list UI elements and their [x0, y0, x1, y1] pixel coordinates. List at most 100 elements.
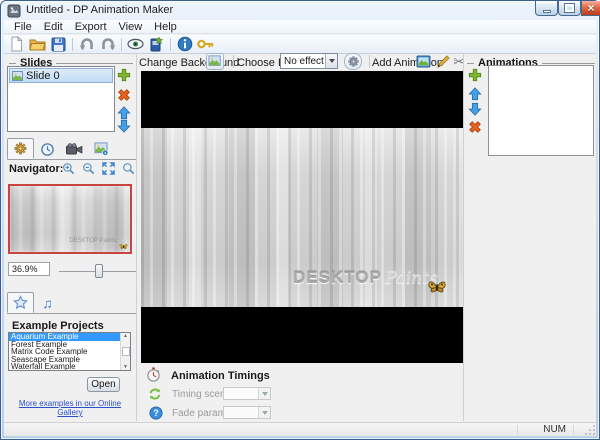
redo-icon	[100, 37, 116, 51]
preview-button[interactable]	[125, 35, 146, 53]
new-document-icon	[9, 36, 24, 52]
watermark: DESKTOP Paints	[293, 268, 438, 288]
effect-select[interactable]: No effect	[280, 53, 338, 69]
add-animation-button[interactable]	[414, 53, 432, 70]
undo-icon	[79, 37, 95, 51]
effect-settings-button[interactable]	[344, 53, 362, 70]
zoom-actual-button[interactable]	[120, 161, 136, 176]
thumbnail-watermark: DESKTOP Paints	[69, 238, 116, 244]
undo-button[interactable]	[76, 35, 97, 53]
zoom-actual-icon	[122, 162, 135, 175]
titlebar[interactable]: Untitled - DP Animation Maker ×	[1, 1, 599, 20]
left-splitter[interactable]	[136, 54, 137, 421]
video-camera-icon	[66, 143, 83, 156]
slide-list-item[interactable]: Slide 0	[9, 68, 113, 83]
combo-arrow-button	[258, 388, 270, 399]
butterfly-animation[interactable]	[427, 277, 447, 297]
zoom-out-button[interactable]	[80, 161, 96, 176]
example-project-item[interactable]: Waterfall Example	[9, 363, 130, 371]
register-key-button[interactable]	[195, 35, 216, 53]
move-slide-down-button[interactable]	[116, 118, 132, 134]
window-title: Untitled - DP Animation Maker	[26, 4, 173, 16]
right-splitter[interactable]	[463, 54, 464, 421]
plus-icon	[117, 68, 131, 82]
tab-settings[interactable]	[7, 138, 34, 159]
fit-arrows-icon	[102, 162, 115, 175]
tab-examples[interactable]	[7, 292, 34, 313]
slider-thumb[interactable]	[95, 264, 103, 278]
tab-background-info[interactable]	[88, 139, 115, 159]
add-animation-item-button[interactable]	[467, 67, 483, 83]
chevron-down-icon	[329, 59, 335, 63]
fade-parameter-select	[223, 406, 271, 419]
cut-tool-button[interactable]: ✂	[450, 53, 468, 70]
zoom-fit-button[interactable]	[100, 161, 116, 176]
delete-slide-button[interactable]	[116, 87, 132, 103]
window-body: File Edit Export View Help	[4, 20, 596, 436]
key-icon	[197, 38, 215, 50]
minimize-button[interactable]	[535, 1, 558, 16]
scrollbar-thumb[interactable]	[122, 347, 130, 356]
export-movie-icon	[149, 36, 164, 52]
effect-selected-value: No effect	[281, 56, 325, 67]
delete-animation-button[interactable]	[467, 119, 483, 135]
brush-pencil-icon	[436, 55, 450, 69]
gear-wheel-icon	[13, 141, 28, 156]
preview-canvas[interactable]: DESKTOP Paints	[141, 71, 463, 363]
arrow-down-icon	[468, 102, 482, 116]
menu-export[interactable]: Export	[69, 21, 113, 33]
resize-grip[interactable]	[584, 424, 595, 435]
watermark-desktop-text: DESKTOP	[293, 268, 382, 287]
animations-list[interactable]	[488, 65, 594, 156]
delete-x-icon	[468, 120, 482, 134]
stopwatch-icon	[146, 367, 161, 382]
tab-camera[interactable]	[61, 139, 88, 159]
animation-timings-title: Animation Timings	[171, 370, 270, 382]
close-button[interactable]: ×	[581, 1, 600, 16]
online-gallery-link[interactable]: More examples in our Online Gallery	[6, 399, 134, 417]
left-panel-tabs	[7, 139, 136, 160]
tab-music[interactable]: ♫	[34, 293, 61, 313]
plus-icon	[468, 68, 482, 82]
main-toolbar	[4, 35, 596, 54]
zoom-in-button[interactable]	[60, 161, 76, 176]
tab-timing[interactable]	[34, 139, 61, 159]
scroll-up-icon[interactable]: ▲	[123, 333, 128, 339]
save-project-button[interactable]	[48, 35, 69, 53]
example-projects-list[interactable]: Aquarium Example Forest Example Matrix C…	[8, 332, 131, 371]
menu-file[interactable]: File	[8, 21, 38, 33]
redo-button[interactable]	[97, 35, 118, 53]
zoom-value-field[interactable]: 36.9%	[8, 262, 50, 276]
new-project-button[interactable]	[6, 35, 27, 53]
close-icon: ×	[587, 1, 594, 15]
slides-list[interactable]: Slide 0	[7, 66, 115, 132]
open-folder-icon	[29, 37, 46, 52]
statusbar-separator	[573, 425, 574, 434]
gear-icon	[347, 55, 360, 68]
navigator-thumbnail[interactable]: DESKTOP Paints	[8, 184, 132, 254]
chevron-down-icon	[262, 392, 268, 396]
change-background-button[interactable]	[206, 53, 224, 70]
menu-edit[interactable]: Edit	[38, 21, 69, 33]
move-animation-down-button[interactable]	[467, 101, 483, 117]
maximize-button[interactable]	[558, 1, 581, 16]
zoom-slider[interactable]	[59, 264, 136, 278]
move-animation-up-button[interactable]	[467, 86, 483, 102]
statusbar-separator	[517, 425, 518, 434]
combo-arrow-button[interactable]	[325, 54, 337, 68]
open-project-button[interactable]	[27, 35, 48, 53]
scroll-down-icon[interactable]: ▼	[123, 364, 128, 370]
menu-view[interactable]: View	[113, 21, 149, 33]
list-scrollbar[interactable]: ▲ ▼	[120, 333, 130, 370]
export-movie-button[interactable]	[146, 35, 167, 53]
menu-help[interactable]: Help	[148, 21, 183, 33]
open-example-button[interactable]: Open	[87, 377, 120, 392]
arrow-up-icon	[468, 87, 482, 101]
add-slide-button[interactable]	[116, 67, 132, 83]
statusbar: NUM	[4, 422, 596, 436]
about-button[interactable]	[174, 35, 195, 53]
toolbar-separator	[72, 38, 73, 51]
add-animation-label: Add Animation	[372, 57, 443, 69]
help-question-icon: ?	[149, 406, 163, 420]
window-frame: Untitled - DP Animation Maker × File Edi…	[0, 0, 600, 440]
